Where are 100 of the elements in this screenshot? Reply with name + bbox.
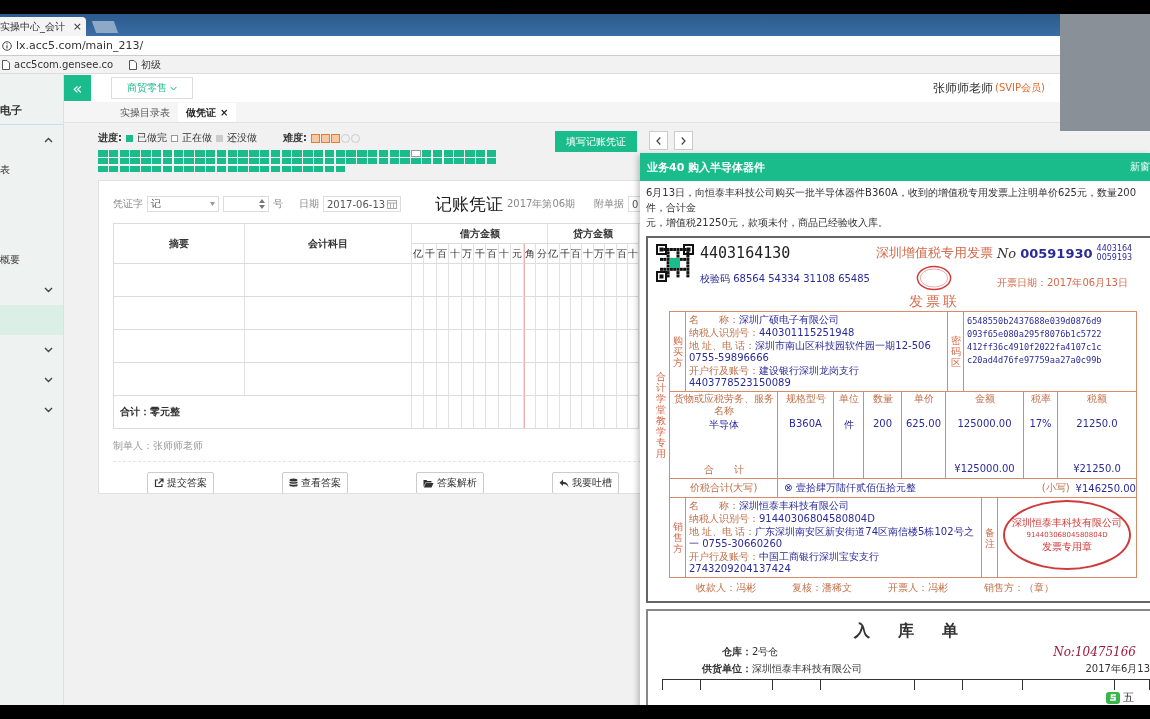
table-cell[interactable] <box>571 297 583 331</box>
task-square[interactable] <box>421 150 432 157</box>
table-cell[interactable] <box>582 264 594 298</box>
task-square[interactable] <box>313 150 324 157</box>
task-square[interactable] <box>195 165 205 173</box>
table-cell[interactable] <box>511 363 524 397</box>
table-cell[interactable] <box>571 330 583 364</box>
table-cell[interactable] <box>486 264 499 298</box>
task-square[interactable] <box>205 157 216 165</box>
task-square[interactable] <box>249 165 259 173</box>
chevron-down-icon[interactable] <box>44 347 53 353</box>
table-cell[interactable] <box>486 297 499 331</box>
bookmark-link[interactable]: 初级 <box>141 57 162 72</box>
task-square[interactable] <box>270 150 281 157</box>
calendar-icon[interactable] <box>387 199 397 209</box>
table-cell[interactable] <box>461 297 474 331</box>
table-cell[interactable] <box>628 297 640 331</box>
task-square[interactable] <box>130 157 140 165</box>
table-cell[interactable] <box>449 297 462 331</box>
action-button[interactable]: 我要吐槽 <box>552 472 619 494</box>
task-square[interactable] <box>227 165 238 173</box>
table-cell[interactable] <box>616 264 629 298</box>
table-cell[interactable] <box>461 264 474 298</box>
table-cell[interactable] <box>424 264 437 298</box>
task-square[interactable] <box>184 157 194 165</box>
task-square[interactable] <box>195 157 205 165</box>
chevron-left-icon[interactable] <box>656 136 661 145</box>
task-square[interactable] <box>475 150 486 157</box>
chevron-down-icon[interactable] <box>44 407 53 413</box>
task-square[interactable] <box>303 165 313 173</box>
sidebar-item[interactable]: 表 <box>0 155 63 185</box>
task-square[interactable] <box>162 157 173 165</box>
browser-tab[interactable]: 实操中心_会计 × <box>0 17 86 36</box>
table-cell[interactable] <box>412 330 425 364</box>
table-cell[interactable] <box>511 297 524 331</box>
task-square[interactable] <box>205 165 216 173</box>
table-cell[interactable] <box>616 297 629 331</box>
action-button[interactable]: 答案解析 <box>416 472 484 494</box>
table-cell[interactable] <box>548 363 560 397</box>
table-cell[interactable] <box>436 297 450 331</box>
task-square[interactable] <box>108 150 119 157</box>
table-cell[interactable] <box>523 363 536 397</box>
task-square[interactable] <box>486 157 497 165</box>
task-square[interactable] <box>421 157 432 165</box>
table-cell[interactable] <box>486 330 499 364</box>
task-square[interactable] <box>411 157 421 165</box>
task-square[interactable] <box>119 165 130 173</box>
task-square[interactable] <box>367 150 378 157</box>
table-cell[interactable] <box>412 264 425 298</box>
table-cell[interactable] <box>535 363 549 397</box>
table-cell[interactable] <box>582 330 594 364</box>
table-cell[interactable] <box>245 264 412 298</box>
table-cell[interactable] <box>628 330 640 364</box>
voucher-number-field[interactable] <box>223 196 269 213</box>
task-square[interactable] <box>357 157 367 165</box>
table-cell[interactable] <box>559 363 572 397</box>
table-cell[interactable] <box>473 297 487 331</box>
table-cell[interactable] <box>424 330 437 364</box>
task-square[interactable] <box>216 165 227 173</box>
table-cell[interactable] <box>582 297 594 331</box>
task-square[interactable] <box>216 150 227 157</box>
table-cell[interactable] <box>535 330 549 364</box>
table-cell[interactable] <box>616 363 629 397</box>
task-square[interactable] <box>152 157 162 165</box>
address-field[interactable]: lx.acc5.com/main_213/ <box>16 39 144 52</box>
task-square[interactable] <box>486 150 497 157</box>
table-cell[interactable] <box>473 330 487 364</box>
table-cell[interactable] <box>412 396 425 430</box>
task-square[interactable] <box>238 157 248 165</box>
table-cell[interactable] <box>449 396 462 430</box>
task-square[interactable] <box>443 157 453 165</box>
table-cell[interactable] <box>628 396 640 430</box>
table-cell[interactable] <box>114 297 245 331</box>
tab[interactable]: 实操目录表 <box>112 103 178 122</box>
task-square[interactable] <box>162 165 173 173</box>
table-cell[interactable] <box>605 396 617 430</box>
task-square[interactable] <box>98 157 108 165</box>
task-square[interactable] <box>141 165 151 173</box>
table-cell[interactable] <box>486 396 499 430</box>
table-cell[interactable] <box>436 330 450 364</box>
table-cell[interactable] <box>548 330 560 364</box>
task-square[interactable] <box>152 165 162 173</box>
task-square[interactable] <box>98 165 108 173</box>
table-cell[interactable] <box>559 330 572 364</box>
table-cell[interactable] <box>461 330 474 364</box>
task-square[interactable] <box>173 165 184 173</box>
spinner-icon[interactable] <box>259 198 265 211</box>
task-square[interactable] <box>259 150 270 157</box>
table-cell[interactable] <box>114 264 245 298</box>
table-cell[interactable] <box>245 297 412 331</box>
table-cell[interactable] <box>582 363 594 397</box>
table-cell[interactable] <box>436 396 450 430</box>
task-square[interactable] <box>173 157 184 165</box>
task-square[interactable] <box>432 150 443 157</box>
task-square[interactable] <box>475 157 486 165</box>
close-icon[interactable]: × <box>220 107 229 118</box>
table-cell[interactable] <box>523 330 536 364</box>
table-cell[interactable] <box>473 396 487 430</box>
table-cell[interactable] <box>498 330 512 364</box>
info-icon[interactable] <box>2 40 12 51</box>
